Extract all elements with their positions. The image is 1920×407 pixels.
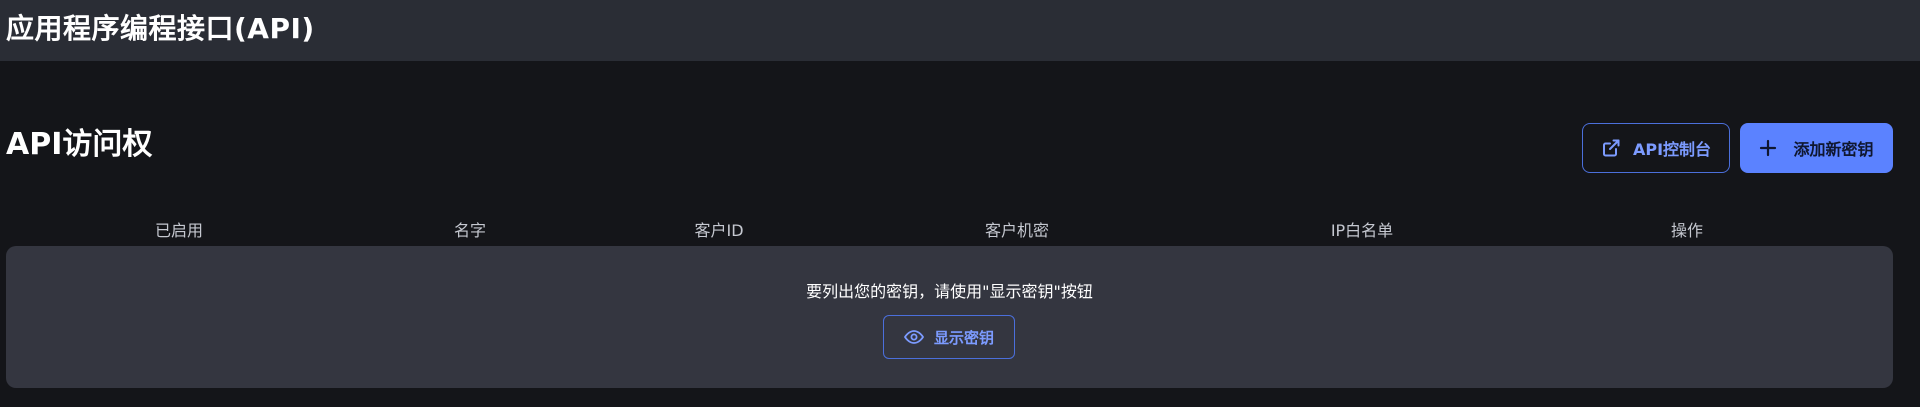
- add-new-key-label: 添加新密钥: [1793, 140, 1874, 159]
- api-console-label: API控制台: [1632, 140, 1712, 159]
- column-header-client-id: 客户ID: [694, 221, 744, 240]
- eye-icon: [904, 330, 924, 344]
- column-header-enabled: 已启用: [154, 221, 204, 240]
- page: 应用程序编程接口(API) API访问权 API控制台 添加新密钥 已启用 名字…: [0, 0, 1920, 407]
- api-console-button[interactable]: API控制台: [1582, 123, 1730, 173]
- column-header-client-secret: 客户机密: [984, 221, 1050, 240]
- plus-icon: [1759, 139, 1777, 157]
- add-new-key-button[interactable]: 添加新密钥: [1740, 123, 1893, 173]
- empty-state-message: 要列出您的密钥，请使用"显示密钥"按钮: [806, 282, 1093, 301]
- show-keys-button[interactable]: 显示密钥: [883, 315, 1015, 359]
- show-keys-label: 显示密钥: [933, 328, 994, 347]
- column-header-actions: 操作: [1670, 221, 1704, 240]
- keys-empty-panel: 要列出您的密钥，请使用"显示密钥"按钮 显示密钥: [6, 246, 1893, 388]
- table-header: 已启用 名字 客户ID 客户机密 IP白名单 操作: [6, 213, 1893, 243]
- page-title: 应用程序编程接口(API): [6, 12, 315, 45]
- column-header-ip-whitelist: IP白名单: [1330, 221, 1394, 240]
- external-link-icon: [1601, 138, 1621, 158]
- section-title: API访问权: [6, 127, 153, 162]
- top-bar: 应用程序编程接口(API): [0, 0, 1920, 61]
- column-header-name: 名字: [453, 221, 487, 240]
